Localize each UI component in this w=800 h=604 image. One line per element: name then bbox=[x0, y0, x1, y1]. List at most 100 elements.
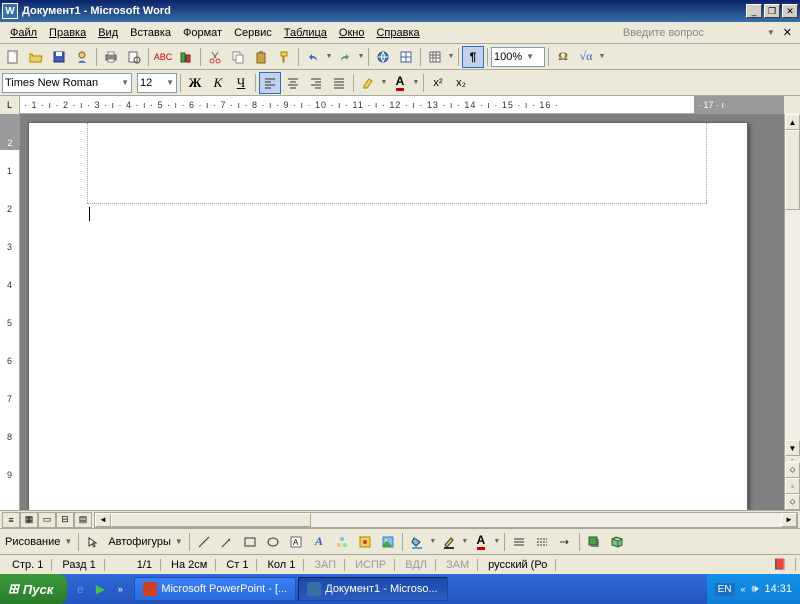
font-color-button[interactable]: A bbox=[389, 72, 411, 94]
web-view-button[interactable]: ▦ bbox=[20, 512, 38, 528]
menu-table[interactable]: Таблица bbox=[278, 25, 333, 41]
dash-style-button[interactable] bbox=[531, 531, 553, 553]
align-center-button[interactable] bbox=[282, 72, 304, 94]
menu-window[interactable]: Окно bbox=[333, 25, 371, 41]
media-icon[interactable]: ▶ bbox=[91, 580, 109, 598]
oval-button[interactable] bbox=[262, 531, 284, 553]
line-style-button[interactable] bbox=[508, 531, 530, 553]
language-indicator[interactable]: EN bbox=[715, 583, 735, 596]
tray-chevron-icon[interactable]: « bbox=[741, 584, 746, 594]
arrow-button[interactable] bbox=[216, 531, 238, 553]
rectangle-button[interactable] bbox=[239, 531, 261, 553]
chevron-icon[interactable]: » bbox=[111, 580, 129, 598]
textbox-button[interactable]: A bbox=[285, 531, 307, 553]
redo-button[interactable] bbox=[334, 46, 356, 68]
new-doc-button[interactable] bbox=[2, 46, 24, 68]
open-button[interactable] bbox=[25, 46, 47, 68]
arrow-style-button[interactable] bbox=[554, 531, 576, 553]
save-button[interactable] bbox=[48, 46, 70, 68]
vertical-scrollbar[interactable]: ▲ ▼ ─ ⬦ ◦ ⬦ bbox=[784, 114, 800, 510]
ie-icon[interactable]: e bbox=[71, 580, 89, 598]
next-page-button[interactable]: ⬦ bbox=[785, 494, 800, 510]
question-dropdown-icon[interactable]: ▼ bbox=[763, 28, 779, 37]
show-paragraph-button[interactable]: ¶ bbox=[462, 46, 484, 68]
autoshapes-menu[interactable]: Автофигуры▼ bbox=[105, 532, 186, 552]
taskbar-item-powerpoint[interactable]: Microsoft PowerPoint - [... bbox=[134, 577, 296, 601]
diagram-button[interactable] bbox=[331, 531, 353, 553]
font-color-draw-button[interactable]: A bbox=[470, 531, 492, 553]
symbol-button[interactable]: Ω bbox=[552, 46, 574, 68]
align-right-button[interactable] bbox=[305, 72, 327, 94]
menu-file[interactable]: Файл bbox=[4, 25, 43, 41]
superscript-button[interactable]: x² bbox=[427, 72, 449, 94]
fontcolor-dropdown-icon[interactable]: ▼ bbox=[412, 72, 420, 94]
italic-button[interactable]: К bbox=[207, 72, 229, 94]
doc-close-button[interactable]: ✕ bbox=[779, 26, 796, 39]
scroll-thumb[interactable] bbox=[785, 130, 800, 210]
scroll-right-button[interactable]: ► bbox=[781, 513, 797, 527]
tab-selector[interactable]: L bbox=[0, 96, 20, 114]
line-color-button[interactable] bbox=[438, 531, 460, 553]
tables-borders-button[interactable] bbox=[395, 46, 417, 68]
highlight-button[interactable] bbox=[357, 72, 379, 94]
menu-tools[interactable]: Сервис bbox=[228, 25, 278, 41]
3d-button[interactable] bbox=[606, 531, 628, 553]
fill-dropdown-icon[interactable]: ▼ bbox=[429, 531, 437, 553]
subscript-button[interactable]: x₂ bbox=[450, 72, 472, 94]
clock[interactable]: 14:31 bbox=[764, 583, 792, 595]
clipart-button[interactable] bbox=[354, 531, 376, 553]
select-objects-button[interactable] bbox=[82, 531, 104, 553]
hscroll-thumb[interactable] bbox=[111, 513, 311, 527]
scroll-left-button[interactable]: ◄ bbox=[95, 513, 111, 527]
wordart-button[interactable]: A bbox=[308, 531, 330, 553]
font-combo[interactable]: Times New Roman▼ bbox=[2, 73, 132, 93]
status-rec[interactable]: ЗАП bbox=[306, 559, 345, 571]
insert-picture-button[interactable] bbox=[377, 531, 399, 553]
scroll-up-button[interactable]: ▲ bbox=[785, 114, 800, 130]
menu-insert[interactable]: Вставка bbox=[124, 25, 177, 41]
print-preview-button[interactable] bbox=[123, 46, 145, 68]
print-view-button[interactable]: ▭ bbox=[38, 512, 56, 528]
close-button[interactable]: ✕ bbox=[782, 4, 798, 18]
menu-help[interactable]: Справка bbox=[370, 25, 425, 41]
paste-button[interactable] bbox=[250, 46, 272, 68]
page[interactable] bbox=[28, 122, 748, 510]
tray-volume-icon[interactable]: 🕪 bbox=[752, 583, 759, 596]
status-lang[interactable]: русский (Ро bbox=[480, 559, 556, 571]
menu-view[interactable]: Вид bbox=[92, 25, 124, 41]
browse-object-button[interactable]: ◦ bbox=[785, 478, 800, 494]
spellcheck-button[interactable]: ABC bbox=[152, 46, 174, 68]
eq-dropdown-icon[interactable]: ▼ bbox=[598, 46, 606, 68]
align-justify-button[interactable] bbox=[328, 72, 350, 94]
highlight-dropdown-icon[interactable]: ▼ bbox=[380, 72, 388, 94]
menu-format[interactable]: Формат bbox=[177, 25, 228, 41]
format-painter-button[interactable] bbox=[273, 46, 295, 68]
zoom-combo[interactable]: 100%▼ bbox=[491, 47, 545, 67]
fontcolor-draw-dropdown-icon[interactable]: ▼ bbox=[493, 531, 501, 553]
shadow-button[interactable] bbox=[583, 531, 605, 553]
taskbar-item-word[interactable]: Документ1 - Microso... bbox=[298, 577, 448, 601]
underline-button[interactable]: Ч bbox=[230, 72, 252, 94]
horizontal-scrollbar[interactable]: ◄ ► bbox=[94, 512, 798, 528]
drawing-menu[interactable]: Рисование▼ bbox=[2, 532, 75, 552]
print-button[interactable] bbox=[100, 46, 122, 68]
undo-button[interactable] bbox=[302, 46, 324, 68]
horizontal-ruler[interactable]: L · 1 · ı · 2 · ı · 3 · ı · 4 · ı · 5 · … bbox=[0, 96, 784, 114]
redo-dropdown-icon[interactable]: ▼ bbox=[357, 46, 365, 68]
fontsize-combo[interactable]: 12▼ bbox=[137, 73, 177, 93]
equation-button[interactable]: √α bbox=[575, 46, 597, 68]
table-dropdown-icon[interactable]: ▼ bbox=[447, 46, 455, 68]
reading-view-button[interactable]: ▤ bbox=[74, 512, 92, 528]
menu-edit[interactable]: Правка bbox=[43, 25, 92, 41]
line-button[interactable] bbox=[193, 531, 215, 553]
align-left-button[interactable] bbox=[259, 72, 281, 94]
document-area[interactable] bbox=[20, 114, 784, 510]
vertical-ruler[interactable]: 2 1 2 3 4 5 6 7 8 9 bbox=[0, 114, 20, 510]
copy-button[interactable] bbox=[227, 46, 249, 68]
fill-color-button[interactable] bbox=[406, 531, 428, 553]
minimize-button[interactable]: _ bbox=[746, 4, 762, 18]
hyperlink-button[interactable] bbox=[372, 46, 394, 68]
cut-button[interactable] bbox=[204, 46, 226, 68]
outline-view-button[interactable]: ⊟ bbox=[56, 512, 74, 528]
insert-table-button[interactable] bbox=[424, 46, 446, 68]
